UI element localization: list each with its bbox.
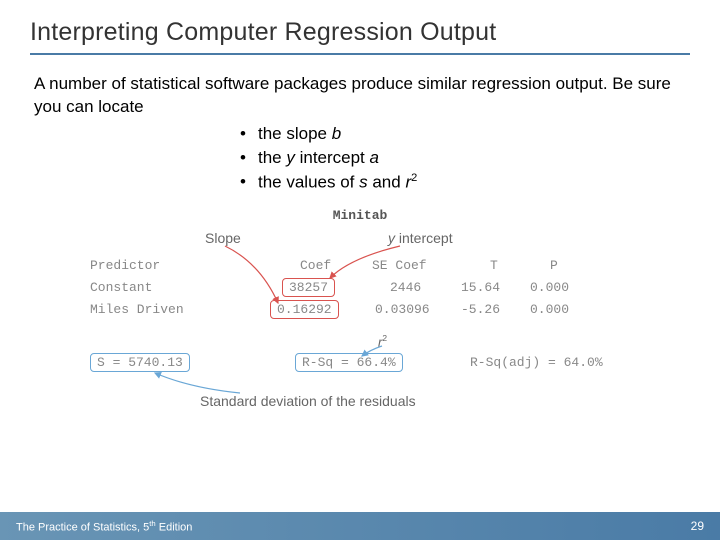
hdr-coef: Coef	[300, 258, 331, 273]
ann-yintercept: y intercept	[388, 230, 453, 246]
row-miles-se: 0.03096	[375, 302, 430, 317]
row-miles-t: -5.26	[460, 302, 500, 317]
bullet-list: the slope b the y intercept a the values…	[30, 123, 690, 194]
intro-text: A number of statistical software package…	[30, 73, 690, 119]
ann-slope: Slope	[205, 230, 241, 246]
bullet-s-r2: the values of s and r2	[240, 171, 690, 194]
footer-page: 29	[691, 519, 704, 533]
slide-title: Interpreting Computer Regression Output	[30, 18, 690, 55]
row-miles-p: 0.000	[530, 302, 569, 317]
hdr-t: T	[490, 258, 498, 273]
software-name: Minitab	[90, 208, 630, 223]
hdr-secoef: SE Coef	[372, 258, 427, 273]
rsq-value: R-Sq = 66.4%	[295, 353, 403, 372]
row-constant-se: 2446	[390, 280, 421, 295]
row-constant-t: 15.64	[460, 280, 500, 295]
s-value: S = 5740.13	[90, 353, 190, 372]
row-constant-label: Constant	[90, 280, 152, 295]
hdr-p: P	[550, 258, 558, 273]
rsqadj-value: R-Sq(adj) = 64.0%	[470, 355, 603, 370]
ann-sd-residuals: Standard deviation of the residuals	[200, 393, 416, 409]
minitab-output: Minitab Slope y intercept r2 Standard de…	[90, 208, 630, 428]
row-constant-p: 0.000	[530, 280, 569, 295]
hdr-predictor: Predictor	[90, 258, 160, 273]
row-constant-coef: 38257	[282, 278, 335, 297]
row-miles-coef: 0.16292	[270, 300, 339, 319]
slide-footer: The Practice of Statistics, 5th Edition …	[0, 512, 720, 540]
row-miles-label: Miles Driven	[90, 302, 184, 317]
bullet-intercept: the y intercept a	[240, 147, 690, 169]
ann-r2: r2	[378, 333, 387, 349]
footer-book: The Practice of Statistics, 5th Edition	[16, 519, 192, 534]
bullet-slope: the slope b	[240, 123, 690, 145]
